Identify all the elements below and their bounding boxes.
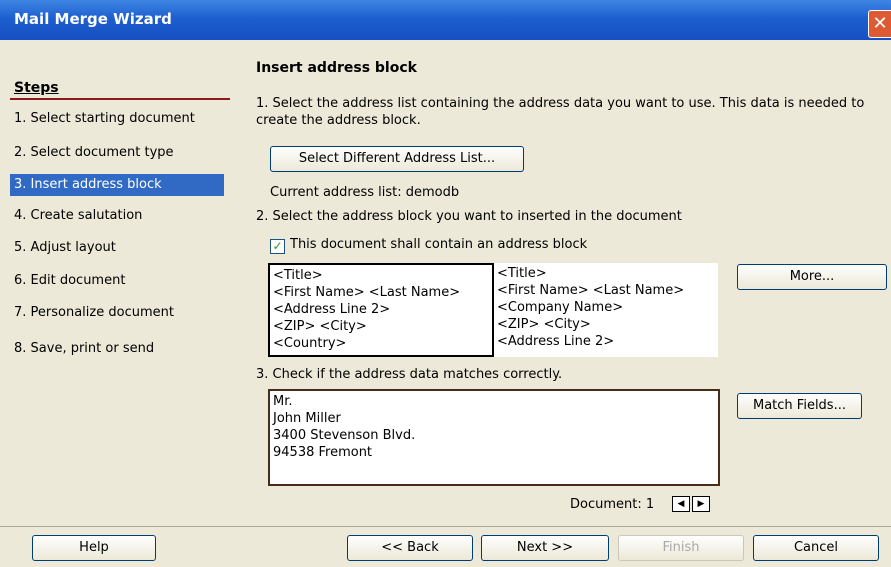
current-address-list: Current address list: demodb — [270, 185, 460, 200]
step1-instruction-line1: 1. Select the address list containing th… — [256, 96, 865, 111]
title-bar: Mail Merge Wizard ✕ — [0, 0, 891, 40]
block1-line: <ZIP> <City> — [273, 319, 367, 334]
block1-line: <Address Line 2> — [273, 302, 391, 317]
address-block-option-1[interactable]: <Title> <First Name> <Last Name> <Addres… — [268, 263, 494, 357]
preview-line: Mr. — [273, 394, 293, 409]
step-save-print-send[interactable]: 8. Save, print or send — [14, 338, 154, 360]
block1-line: <Country> — [273, 336, 347, 351]
finish-button[interactable]: Finish — [618, 535, 744, 561]
address-block-checkbox[interactable]: ✓ — [270, 239, 285, 254]
next-button[interactable]: Next >> — [481, 535, 609, 561]
match-fields-button[interactable]: Match Fields... — [737, 393, 862, 419]
help-button[interactable]: Help — [32, 535, 156, 561]
block2-line: <Address Line 2> — [497, 334, 615, 349]
steps-title: Steps — [14, 80, 59, 96]
step2-instruction: 2. Select the address block you want to … — [256, 209, 682, 224]
block2-line: <Company Name> — [497, 300, 624, 315]
step-insert-address-block[interactable]: 3. Insert address block — [10, 174, 224, 196]
step-adjust-layout[interactable]: 5. Adjust layout — [14, 237, 116, 259]
preview-line: John Miller — [273, 411, 341, 426]
step-edit-document[interactable]: 6. Edit document — [14, 270, 125, 292]
step3-instruction: 3. Check if the address data matches cor… — [256, 367, 563, 382]
block1-line: <Title> — [273, 268, 323, 283]
address-block-option-2[interactable]: <Title> <First Name> <Last Name> <Compan… — [494, 263, 718, 357]
block1-line: <First Name> <Last Name> — [273, 285, 461, 300]
step-personalize-document[interactable]: 7. Personalize document — [14, 302, 174, 324]
step1-instruction-line2: create the address block. — [256, 113, 421, 128]
select-address-list-button[interactable]: Select Different Address List... — [270, 146, 524, 172]
close-icon: ✕ — [872, 13, 888, 34]
block2-line: <First Name> <Last Name> — [497, 283, 685, 298]
step-select-document-type[interactable]: 2. Select document type — [14, 142, 174, 164]
step-select-starting-document[interactable]: 1. Select starting document — [14, 108, 195, 130]
block2-line: <Title> — [497, 266, 547, 281]
page-heading: Insert address block — [256, 60, 417, 76]
document-counter: Document: 1 — [570, 497, 655, 512]
back-button[interactable]: << Back — [347, 535, 473, 561]
step-create-salutation[interactable]: 4. Create salutation — [14, 205, 142, 227]
more-button[interactable]: More... — [737, 264, 887, 290]
preview-line: 94538 Fremont — [273, 445, 373, 460]
preview-line: 3400 Stevenson Blvd. — [273, 428, 416, 443]
next-record-button[interactable]: ▶ — [692, 496, 710, 512]
window-title: Mail Merge Wizard — [14, 10, 172, 28]
steps-divider — [10, 98, 230, 100]
previous-record-button[interactable]: ◀ — [672, 496, 690, 512]
close-button[interactable]: ✕ — [868, 10, 891, 38]
cancel-button[interactable]: Cancel — [753, 535, 879, 561]
address-preview: Mr. John Miller 3400 Stevenson Blvd. 945… — [268, 389, 720, 486]
address-block-checkbox-label[interactable]: This document shall contain an address b… — [290, 237, 587, 252]
block2-line: <ZIP> <City> — [497, 317, 591, 332]
